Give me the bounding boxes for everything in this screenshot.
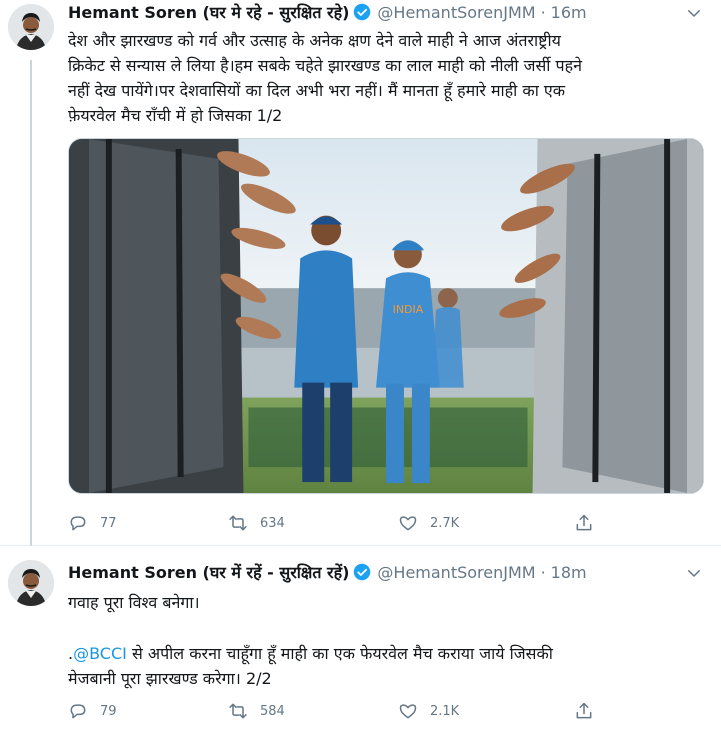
- like-count: 2.7K: [430, 515, 460, 531]
- reply-icon: [70, 704, 86, 719]
- mention-link[interactable]: @BCCI: [73, 644, 127, 663]
- tweet[interactable]: Hemant Soren (घर में रहें - सुरक्षित रहे…: [0, 546, 721, 734]
- separator-dot: ·: [540, 2, 546, 22]
- tweet-text: देश और झारखण्ड को गर्व और उत्साह के अनेक…: [68, 28, 704, 128]
- tweet-header: Hemant Soren (घर में रहें - सुरक्षित रहे…: [68, 560, 587, 584]
- avatar[interactable]: [8, 560, 54, 606]
- tweet-text-line: क्रिकेट से सन्यास ले लिया है।हम सबके चहे…: [68, 56, 582, 75]
- share-icon: [576, 514, 592, 531]
- tweet-photo[interactable]: INDIA: [68, 138, 704, 494]
- tweet-actions: 79 584 2.1K: [68, 699, 608, 723]
- share-button[interactable]: [574, 511, 606, 535]
- retweet-button[interactable]: 584: [228, 699, 285, 723]
- tweet-text-line: फ़ेयरवेल मैच राँची में हो जिसका 1/2: [68, 106, 283, 125]
- author-name[interactable]: Hemant Soren (घर में रहें - सुरक्षित रहे…: [68, 561, 349, 583]
- chevron-down-icon[interactable]: [685, 4, 703, 22]
- verified-badge-icon: [353, 563, 371, 581]
- thread-line: [30, 60, 32, 546]
- tweet-header: Hemant Soren (घर मे रहे - सुरक्षित रहे) …: [68, 0, 587, 24]
- text-rest: से अपील करना चाहूँगा हूँ माही का एक फेयर…: [126, 644, 553, 663]
- chevron-down-icon[interactable]: [685, 564, 703, 582]
- tweet-text-line: मेजबानी पूरा झारखण्ड करेगा। 2/2: [68, 669, 272, 688]
- retweet-count: 584: [260, 703, 285, 719]
- svg-text:INDIA: INDIA: [393, 303, 424, 316]
- author-handle[interactable]: @HemantSorenJMM: [377, 3, 535, 22]
- timestamp[interactable]: 16m: [551, 3, 587, 22]
- author-name[interactable]: Hemant Soren (घर मे रहे - सुरक्षित रहे): [68, 1, 349, 23]
- retweet-button[interactable]: 634: [228, 511, 285, 535]
- tweet[interactable]: Hemant Soren (घर मे रहे - सुरक्षित रहे) …: [0, 0, 721, 546]
- like-button[interactable]: 2.1K: [398, 699, 459, 723]
- reply-button[interactable]: 77: [68, 511, 117, 535]
- share-icon: [576, 702, 592, 719]
- retweet-count: 634: [260, 515, 285, 531]
- reply-count: 77: [100, 515, 117, 531]
- avatar[interactable]: [8, 4, 54, 50]
- separator-dot: ·: [540, 562, 546, 582]
- like-button[interactable]: 2.7K: [398, 511, 459, 535]
- tweet-actions: 77 634 2.7K: [68, 511, 608, 535]
- timestamp[interactable]: 18m: [551, 563, 587, 582]
- tweet-text-line: नहीं देख पायेंगे।पर देशवासियों का दिल अभ…: [68, 81, 566, 100]
- verified-badge-icon: [353, 3, 371, 21]
- heart-icon: [399, 704, 417, 719]
- tweet-text-line: .@BCCI से अपील करना चाहूँगा हूँ माही का …: [68, 641, 704, 666]
- heart-icon: [399, 516, 417, 531]
- reply-button[interactable]: 79: [68, 699, 117, 723]
- author-handle[interactable]: @HemantSorenJMM: [377, 563, 535, 582]
- retweet-icon: [229, 703, 247, 719]
- reply-icon: [70, 516, 86, 531]
- retweet-icon: [229, 515, 247, 531]
- share-button[interactable]: [574, 699, 606, 723]
- reply-count: 79: [100, 703, 117, 719]
- tweet-text-line: गवाह पूरा विश्व बनेगा।: [68, 593, 200, 612]
- tweet-text-line: देश और झारखण्ड को गर्व और उत्साह के अनेक…: [68, 31, 561, 50]
- tweet-text: गवाह पूरा विश्व बनेगा। .@BCCI से अपील कर…: [68, 590, 704, 691]
- like-count: 2.1K: [430, 703, 460, 719]
